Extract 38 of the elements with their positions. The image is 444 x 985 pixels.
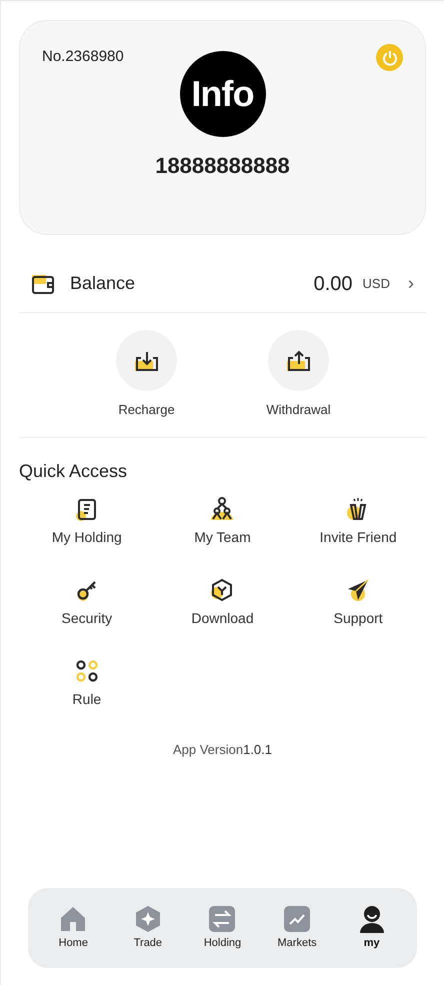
user-number: No.2368980 (42, 47, 124, 67)
upload-tray-icon (286, 350, 312, 372)
action-button[interactable]: Recharge (108, 330, 184, 420)
download-tray-icon (134, 350, 160, 372)
power-button[interactable] (376, 44, 403, 71)
quick-access-item[interactable]: Download (154, 578, 290, 628)
balance-label: Balance (70, 272, 136, 295)
app-version: App Version1.0.1 (172, 740, 272, 759)
chevron-button[interactable]: › (408, 270, 414, 297)
home-icon (59, 904, 88, 933)
clipboard-icon (74, 496, 99, 520)
wallet-icon (31, 272, 55, 294)
tab[interactable]: my (340, 904, 404, 952)
avatar-text: Info (191, 72, 254, 116)
currency: USD (362, 274, 390, 293)
quick-access-item[interactable]: Security (19, 578, 155, 628)
circles-icon (74, 658, 99, 682)
quick-access-item[interactable]: Rule (19, 658, 155, 710)
tab[interactable]: Holding (190, 904, 254, 952)
section-title: Quick Access (19, 460, 128, 482)
action-button[interactable]: Withdrawal (260, 330, 336, 420)
quick-access-item[interactable]: Support (290, 578, 426, 628)
quick-access-item[interactable]: Invite Friend (290, 496, 426, 548)
balance-amount: 0.00 (314, 272, 353, 296)
quick-access-item[interactable]: My Holding (19, 496, 155, 548)
tab[interactable]: Trade (116, 904, 180, 952)
swap-icon (208, 904, 236, 933)
quick-access-item[interactable]: My Team (154, 496, 290, 548)
user-icon (358, 904, 386, 933)
tab[interactable]: Markets (265, 904, 330, 952)
power-icon (382, 50, 398, 66)
paper-plane-icon (346, 578, 370, 602)
tab[interactable]: Home (41, 904, 106, 952)
chart-icon (283, 904, 312, 933)
hexagon-star-icon (134, 904, 162, 933)
hexagon-icon (210, 578, 234, 602)
phone-number: 18888888888 (155, 152, 290, 180)
team-icon (210, 496, 234, 520)
